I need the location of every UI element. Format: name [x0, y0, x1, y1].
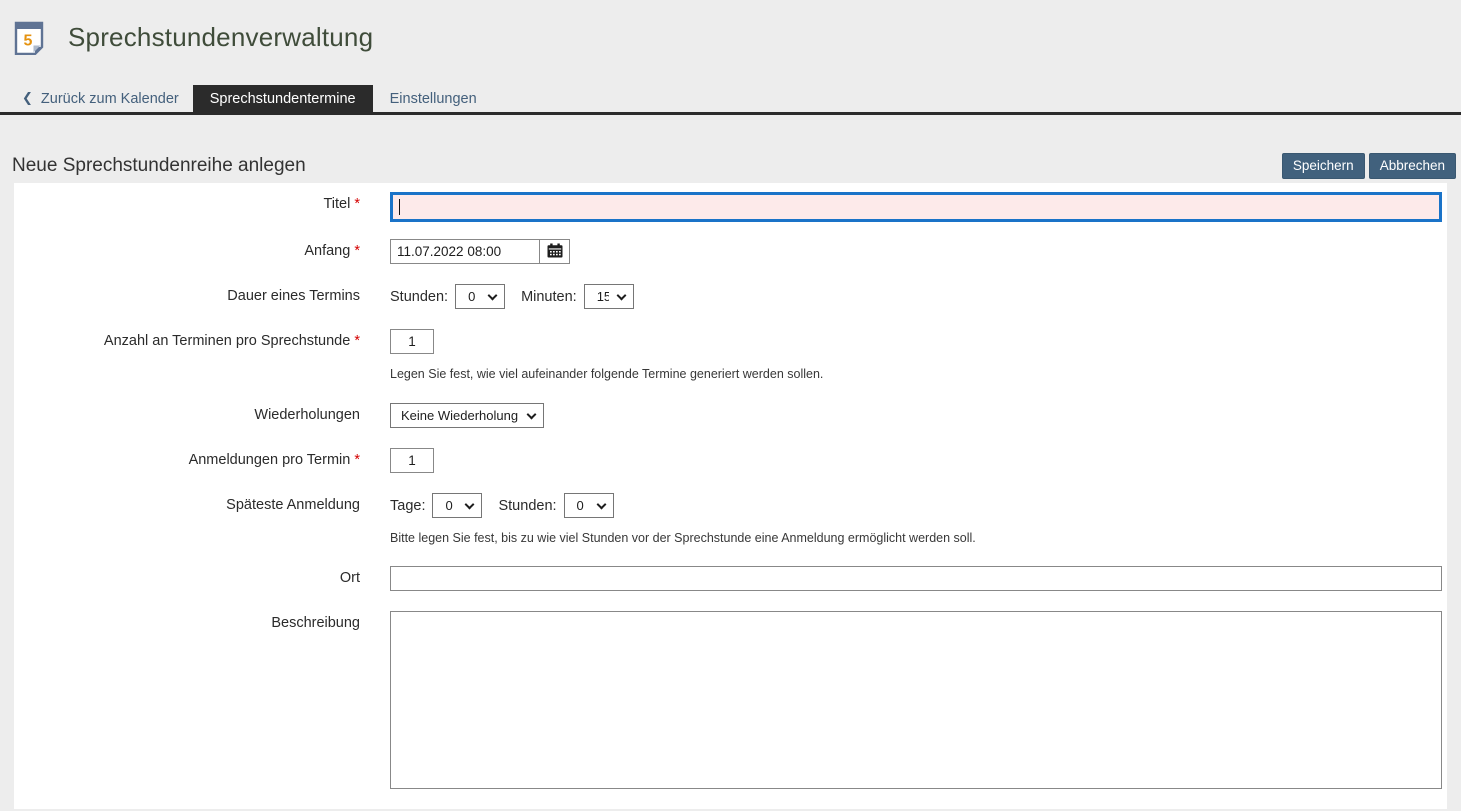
spaeteste-hours-select-wrap: 0 [564, 493, 614, 518]
dauer-label-text: Dauer eines Termins [227, 288, 360, 304]
back-to-calendar-label: Zurück zum Kalender [41, 91, 179, 107]
page-title: Neue Sprechstundenreihe anlegen [12, 155, 306, 177]
dauer-hours-select-wrap: 0 [455, 284, 505, 309]
titel-label: Titel * [14, 192, 360, 212]
dauer-minutes-label: Minuten: [521, 289, 577, 305]
spaeteste-days-label: Tage: [390, 498, 425, 514]
spaeteste-anmeldung-inputs: Tage: 0 Stunden: 0 [390, 493, 1442, 518]
ort-label-text: Ort [340, 570, 360, 586]
app-header: 5 Sprechstundenverwaltung [0, 0, 1461, 56]
form-row-dauer: Dauer eines Termins Stunden: 0 Minuten: … [14, 284, 1442, 309]
spaeteste-anmeldung-hint: Bitte legen Sie fest, bis zu wie viel St… [390, 531, 1442, 545]
anzahl-label: Anzahl an Terminen pro Sprechstunde * [14, 329, 360, 349]
titel-input[interactable] [390, 192, 1442, 222]
anmeldungen-label: Anmeldungen pro Termin * [14, 448, 360, 468]
spaeteste-anmeldung-control: Tage: 0 Stunden: 0 Bitte legen Sie fest,… [360, 493, 1442, 545]
form-row-ort: Ort [14, 566, 1442, 591]
beschreibung-label: Beschreibung [14, 611, 360, 631]
form-toolbar: Neue Sprechstundenreihe anlegen Speicher… [0, 152, 1461, 179]
dauer-control: Stunden: 0 Minuten: 15 [360, 284, 1442, 309]
wiederholungen-select[interactable]: Keine Wiederholung [390, 403, 544, 428]
anzahl-control: Legen Sie fest, wie viel aufeinander fol… [360, 329, 1442, 381]
app-root: 5 Sprechstundenverwaltung ❮ Zurück zum K… [0, 0, 1461, 809]
anmeldungen-input[interactable] [390, 448, 434, 473]
wiederholungen-label: Wiederholungen [14, 403, 360, 423]
anfang-label-text: Anfang [304, 243, 350, 259]
tab-bar: ❮ Zurück zum Kalender Sprechstundentermi… [0, 85, 1461, 115]
save-button[interactable]: Speichern [1282, 153, 1365, 179]
titel-control [360, 192, 1442, 222]
chevron-left-icon: ❮ [22, 90, 33, 106]
beschreibung-textarea[interactable] [390, 611, 1442, 789]
beschreibung-label-text: Beschreibung [271, 615, 360, 631]
spaeteste-anmeldung-label: Späteste Anmeldung [14, 493, 360, 513]
ort-input[interactable] [390, 566, 1442, 591]
anmeldungen-label-text: Anmeldungen pro Termin [189, 452, 351, 468]
form-row-wiederholungen: Wiederholungen Keine Wiederholung [14, 403, 1442, 428]
dauer-hours-select[interactable]: 0 [455, 284, 505, 309]
toolbar-buttons: Speichern Abbrechen [1282, 153, 1456, 179]
form-row-anzahl: Anzahl an Terminen pro Sprechstunde * Le… [14, 329, 1442, 381]
titel-label-text: Titel [323, 196, 350, 212]
dauer-minutes-select[interactable]: 15 [584, 284, 634, 309]
spaeteste-hours-label: Stunden: [498, 498, 556, 514]
tab-sprechstundentermine[interactable]: Sprechstundentermine [193, 85, 373, 112]
anzahl-label-text: Anzahl an Terminen pro Sprechstunde [104, 333, 350, 349]
dauer-hours-label: Stunden: [390, 289, 448, 305]
wiederholungen-label-text: Wiederholungen [254, 407, 360, 423]
anfang-datetime-input[interactable] [390, 239, 540, 264]
anmeldungen-control [360, 448, 1442, 473]
form-row-anfang: Anfang * [14, 239, 1442, 264]
anfang-date-group [390, 239, 1442, 264]
form-panel: Titel * Anfang * [14, 183, 1447, 809]
spaeteste-hours-select[interactable]: 0 [564, 493, 614, 518]
titel-input-wrap [390, 192, 1442, 222]
spaeteste-days-select-wrap: 0 [432, 493, 482, 518]
ort-control [360, 566, 1442, 591]
cancel-button[interactable]: Abbrechen [1369, 153, 1456, 179]
beschreibung-control [360, 611, 1442, 794]
anfang-label: Anfang * [14, 239, 360, 259]
dauer-minutes-select-wrap: 15 [584, 284, 634, 309]
ort-label: Ort [14, 566, 360, 586]
anfang-control [360, 239, 1442, 264]
form-row-spaeteste-anmeldung: Späteste Anmeldung Tage: 0 Stunden: 0 [14, 493, 1442, 545]
dauer-label: Dauer eines Termins [14, 284, 360, 304]
form-row-beschreibung: Beschreibung [14, 611, 1442, 794]
form-row-titel: Titel * [14, 192, 1442, 222]
anzahl-input[interactable] [390, 329, 434, 354]
calendar-logo-icon: 5 [14, 21, 44, 55]
calendar-logo-day: 5 [24, 32, 33, 49]
tab-einstellungen[interactable]: Einstellungen [373, 85, 494, 112]
wiederholungen-select-wrap: Keine Wiederholung [390, 403, 544, 428]
calendar-picker-icon [547, 243, 563, 261]
app-title: Sprechstundenverwaltung [68, 22, 373, 53]
back-to-calendar-link[interactable]: ❮ Zurück zum Kalender [14, 85, 193, 112]
form-row-anmeldungen: Anmeldungen pro Termin * [14, 448, 1442, 473]
wiederholungen-control: Keine Wiederholung [360, 403, 1442, 428]
anfang-calendar-button[interactable] [539, 239, 570, 264]
spaeteste-days-select[interactable]: 0 [432, 493, 482, 518]
anzahl-hint: Legen Sie fest, wie viel aufeinander fol… [390, 367, 1442, 381]
spaeteste-anmeldung-label-text: Späteste Anmeldung [226, 497, 360, 513]
